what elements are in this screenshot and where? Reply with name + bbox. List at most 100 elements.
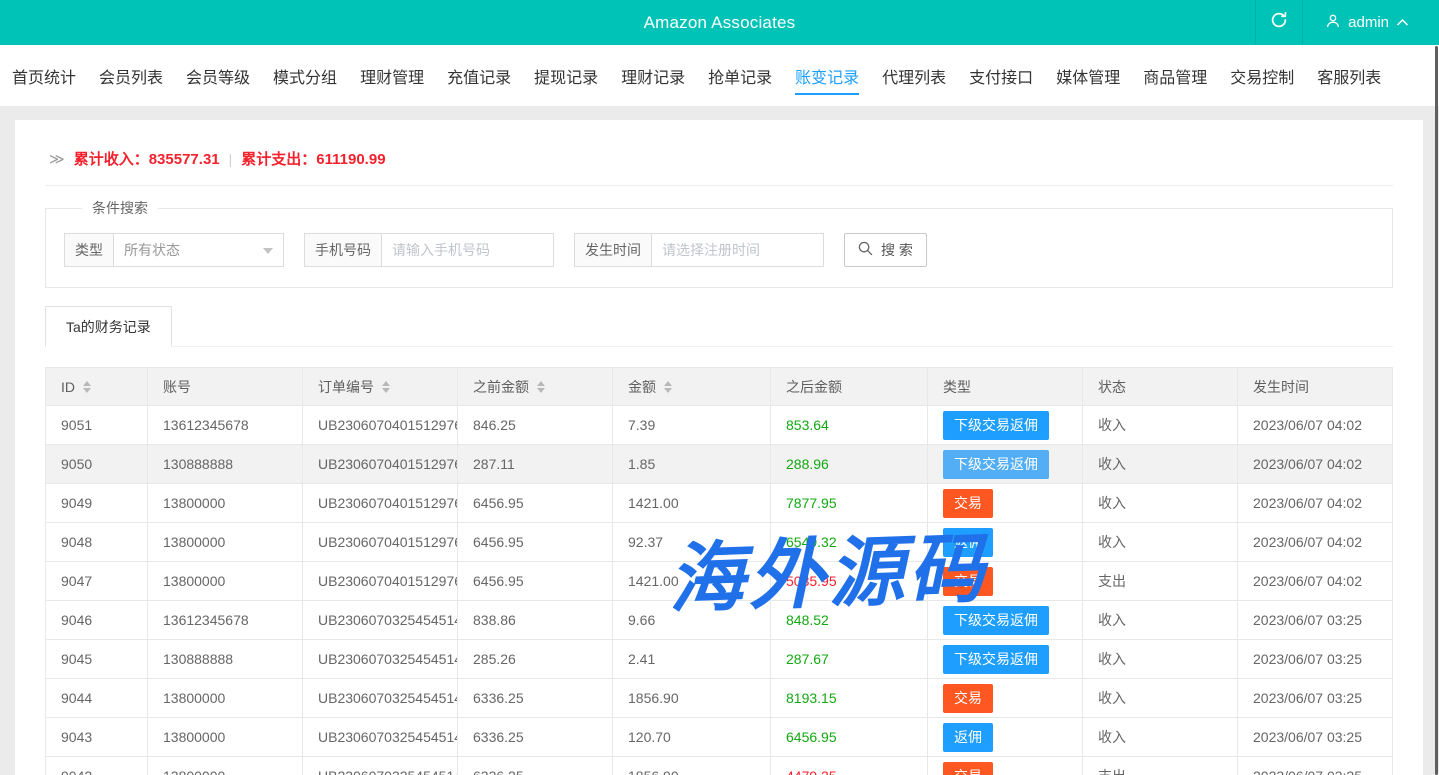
username: admin bbox=[1348, 14, 1389, 31]
cell-after-amount: 5035.95 bbox=[771, 562, 928, 601]
column-header: 发生时间 bbox=[1238, 368, 1393, 406]
cell-before-amount: 6456.95 bbox=[458, 523, 613, 562]
cell-account: 13612345678 bbox=[148, 406, 303, 445]
nav-item-11[interactable]: 代理列表 bbox=[882, 45, 946, 106]
table-row: 904213800000UB23060703254545146336.25185… bbox=[46, 757, 1393, 775]
nav-item-7[interactable]: 提现记录 bbox=[534, 45, 598, 106]
nav-item-4[interactable]: 模式分组 bbox=[273, 45, 337, 106]
column-label: 类型 bbox=[943, 377, 971, 397]
type-select[interactable]: 所有状态 bbox=[114, 233, 284, 267]
cell-after-amount-value: 6456.95 bbox=[786, 729, 837, 745]
cell-account: 13800000 bbox=[148, 757, 303, 775]
table-row: 905113612345678UB2306070401512976846.257… bbox=[46, 406, 1393, 445]
cell-type-badge-value[interactable]: 返佣 bbox=[943, 723, 993, 752]
phone-input[interactable] bbox=[382, 233, 554, 267]
cell-type-badge: 返佣 bbox=[928, 523, 1083, 562]
cell-after-amount: 4479.35 bbox=[771, 757, 928, 775]
search-button-label: 搜 索 bbox=[881, 240, 913, 260]
nav-item-1[interactable]: 首页统计 bbox=[12, 45, 76, 106]
cell-before-amount: 6336.25 bbox=[458, 757, 613, 775]
cell-before-amount: 285.26 bbox=[458, 640, 613, 679]
cell-id: 9042 bbox=[46, 757, 148, 775]
cell-after-amount-value: 288.96 bbox=[786, 456, 829, 472]
stats-separator: | bbox=[229, 151, 233, 167]
cell-order-number: UB2306070401512976 bbox=[303, 406, 458, 445]
cell-status: 收入 bbox=[1083, 601, 1238, 640]
cell-amount: 2.41 bbox=[613, 640, 771, 679]
cell-status: 支出 bbox=[1083, 757, 1238, 775]
time-input[interactable] bbox=[652, 233, 824, 267]
cell-account: 13800000 bbox=[148, 562, 303, 601]
column-label: 账号 bbox=[163, 377, 191, 397]
cell-order-number: UB2306070401512976 bbox=[303, 523, 458, 562]
cell-time: 2023/06/07 04:02 bbox=[1238, 562, 1393, 601]
cell-type-badge: 交易 bbox=[928, 757, 1083, 775]
nav-item-2[interactable]: 会员列表 bbox=[99, 45, 163, 106]
nav-item-3[interactable]: 会员等级 bbox=[186, 45, 250, 106]
cell-type-badge-value[interactable]: 交易 bbox=[943, 567, 993, 596]
cell-status: 收入 bbox=[1083, 484, 1238, 523]
phone-filter-group: 手机号码 bbox=[304, 233, 554, 267]
nav-item-13[interactable]: 媒体管理 bbox=[1056, 45, 1120, 106]
refresh-icon bbox=[1270, 11, 1288, 34]
column-label: 发生时间 bbox=[1253, 377, 1309, 397]
cell-type-badge: 交易 bbox=[928, 679, 1083, 718]
chevron-down-icon bbox=[263, 248, 273, 254]
cell-account: 13800000 bbox=[148, 679, 303, 718]
main-nav: 首页统计会员列表会员等级模式分组理财管理充值记录提现记录理财记录抢单记录账变记录… bbox=[0, 45, 1439, 106]
table-row: 904713800000UB23060704015129766456.95142… bbox=[46, 562, 1393, 601]
cell-type-badge-value[interactable]: 下级交易返佣 bbox=[943, 606, 1049, 635]
refresh-button[interactable] bbox=[1255, 0, 1303, 45]
sort-arrows-icon[interactable] bbox=[382, 381, 390, 393]
cell-type-badge-value[interactable]: 交易 bbox=[943, 762, 993, 775]
column-header[interactable]: 之前金额 bbox=[458, 368, 613, 406]
header-controls: admin bbox=[1255, 0, 1431, 45]
nav-item-10[interactable]: 账变记录 bbox=[795, 45, 859, 106]
cell-amount: 7.39 bbox=[613, 406, 771, 445]
cell-before-amount: 287.11 bbox=[458, 445, 613, 484]
search-icon bbox=[858, 241, 873, 259]
nav-item-15[interactable]: 交易控制 bbox=[1230, 45, 1294, 106]
total-income: 累计收入：835577.31 bbox=[74, 148, 220, 169]
cell-type-badge-value[interactable]: 交易 bbox=[943, 489, 993, 518]
cell-type-badge-value[interactable]: 交易 bbox=[943, 684, 993, 713]
cell-before-amount: 6456.95 bbox=[458, 484, 613, 523]
cell-type-badge-value[interactable]: 下级交易返佣 bbox=[943, 411, 1049, 440]
nav-item-16[interactable]: 客服列表 bbox=[1317, 45, 1381, 106]
sort-arrows-icon[interactable] bbox=[537, 381, 545, 393]
cell-amount: 9.66 bbox=[613, 601, 771, 640]
cell-type-badge-value[interactable]: 返佣 bbox=[943, 528, 993, 557]
cell-status: 收入 bbox=[1083, 523, 1238, 562]
table-row: 9045130888888UB2306070325454514285.262.4… bbox=[46, 640, 1393, 679]
tab-financial-records[interactable]: Ta的财务记录 bbox=[45, 306, 172, 347]
table-row: 904313800000UB23060703254545146336.25120… bbox=[46, 718, 1393, 757]
column-header[interactable]: ID bbox=[46, 368, 148, 406]
user-menu[interactable]: admin bbox=[1303, 0, 1431, 45]
nav-item-9[interactable]: 抢单记录 bbox=[708, 45, 772, 106]
column-header[interactable]: 订单编号 bbox=[303, 368, 458, 406]
cell-after-amount-value: 287.67 bbox=[786, 651, 829, 667]
column-header: 之后金额 bbox=[771, 368, 928, 406]
search-button[interactable]: 搜 索 bbox=[844, 233, 927, 267]
records-table: ID账号订单编号之前金额金额之后金额类型状态发生时间 9051136123456… bbox=[45, 367, 1393, 775]
sort-arrows-icon[interactable] bbox=[83, 381, 91, 393]
column-header[interactable]: 金额 bbox=[613, 368, 771, 406]
nav-item-12[interactable]: 支付接口 bbox=[969, 45, 1033, 106]
vertical-scrollbar[interactable] bbox=[1435, 46, 1438, 775]
cell-amount: 92.37 bbox=[613, 523, 771, 562]
cell-after-amount-value: 848.52 bbox=[786, 612, 829, 628]
cell-after-amount: 6456.95 bbox=[771, 718, 928, 757]
cell-id: 9046 bbox=[46, 601, 148, 640]
sort-arrows-icon[interactable] bbox=[664, 381, 672, 393]
nav-item-6[interactable]: 充值记录 bbox=[447, 45, 511, 106]
cell-id: 9051 bbox=[46, 406, 148, 445]
nav-item-5[interactable]: 理财管理 bbox=[360, 45, 424, 106]
table-body: 905113612345678UB2306070401512976846.257… bbox=[46, 406, 1393, 775]
double-chevron-right-icon: ≫ bbox=[49, 150, 65, 168]
cell-amount: 1421.00 bbox=[613, 484, 771, 523]
cell-type-badge-value[interactable]: 下级交易返佣 bbox=[943, 450, 1049, 479]
cell-type-badge-value[interactable]: 下级交易返佣 bbox=[943, 645, 1049, 674]
nav-item-14[interactable]: 商品管理 bbox=[1143, 45, 1207, 106]
nav-item-8[interactable]: 理财记录 bbox=[621, 45, 685, 106]
cell-after-amount: 8193.15 bbox=[771, 679, 928, 718]
